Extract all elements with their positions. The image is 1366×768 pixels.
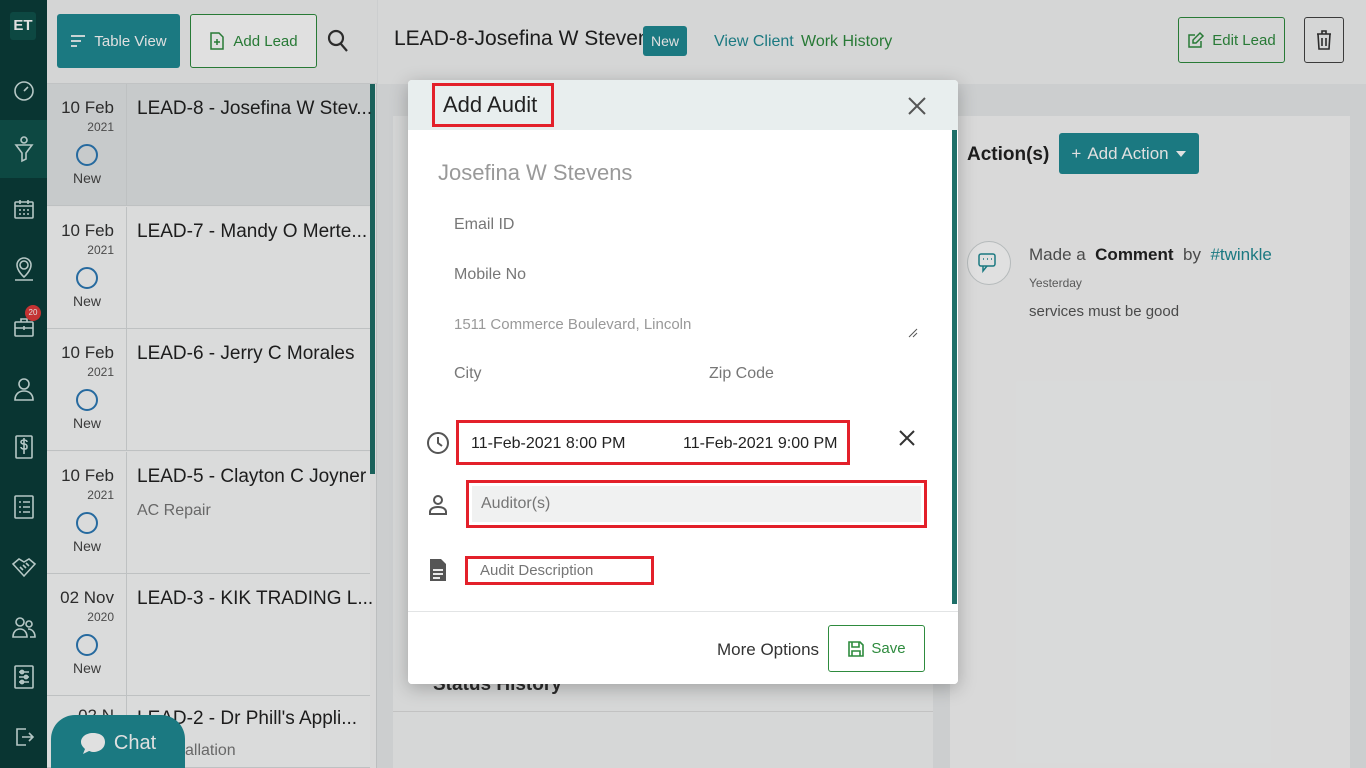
email-field[interactable]: Email ID [454,216,514,234]
city-field[interactable]: City [454,365,482,383]
description-field-highlight [465,556,654,585]
modal-footer: More Options Save [408,611,958,684]
modal-scrollbar[interactable] [952,130,957,604]
clear-time-icon[interactable] [898,429,916,447]
modal-title: Add Audit [432,83,554,127]
more-options-button[interactable]: More Options [717,640,819,660]
save-icon [848,640,865,657]
clock-icon [427,432,449,454]
save-label: Save [871,640,906,657]
auditor-field-highlight [466,480,927,528]
person-icon [429,495,447,515]
resize-handle-icon[interactable] [908,328,918,338]
zip-code-field[interactable]: Zip Code [709,365,774,383]
add-audit-modal: Add Audit Josefina W Stevens Email ID Mo… [408,80,958,684]
modal-header: Add Audit [408,80,958,130]
end-time[interactable]: 11-Feb-2021 9:00 PM [683,435,837,453]
mobile-field[interactable]: Mobile No [454,266,526,284]
close-icon[interactable] [906,95,928,117]
address-field[interactable]: 1511 Commerce Boulevard, Lincoln [454,316,691,333]
audit-description-input[interactable] [468,559,651,582]
client-name-field[interactable]: Josefina W Stevens [438,160,632,186]
save-button[interactable]: Save [828,625,925,672]
start-time[interactable]: 11-Feb-2021 8:00 PM [471,435,625,453]
document-icon [430,559,446,581]
auditor-input[interactable] [472,486,921,522]
time-range-field[interactable]: 11-Feb-2021 8:00 PM 11-Feb-2021 9:00 PM [456,420,850,465]
